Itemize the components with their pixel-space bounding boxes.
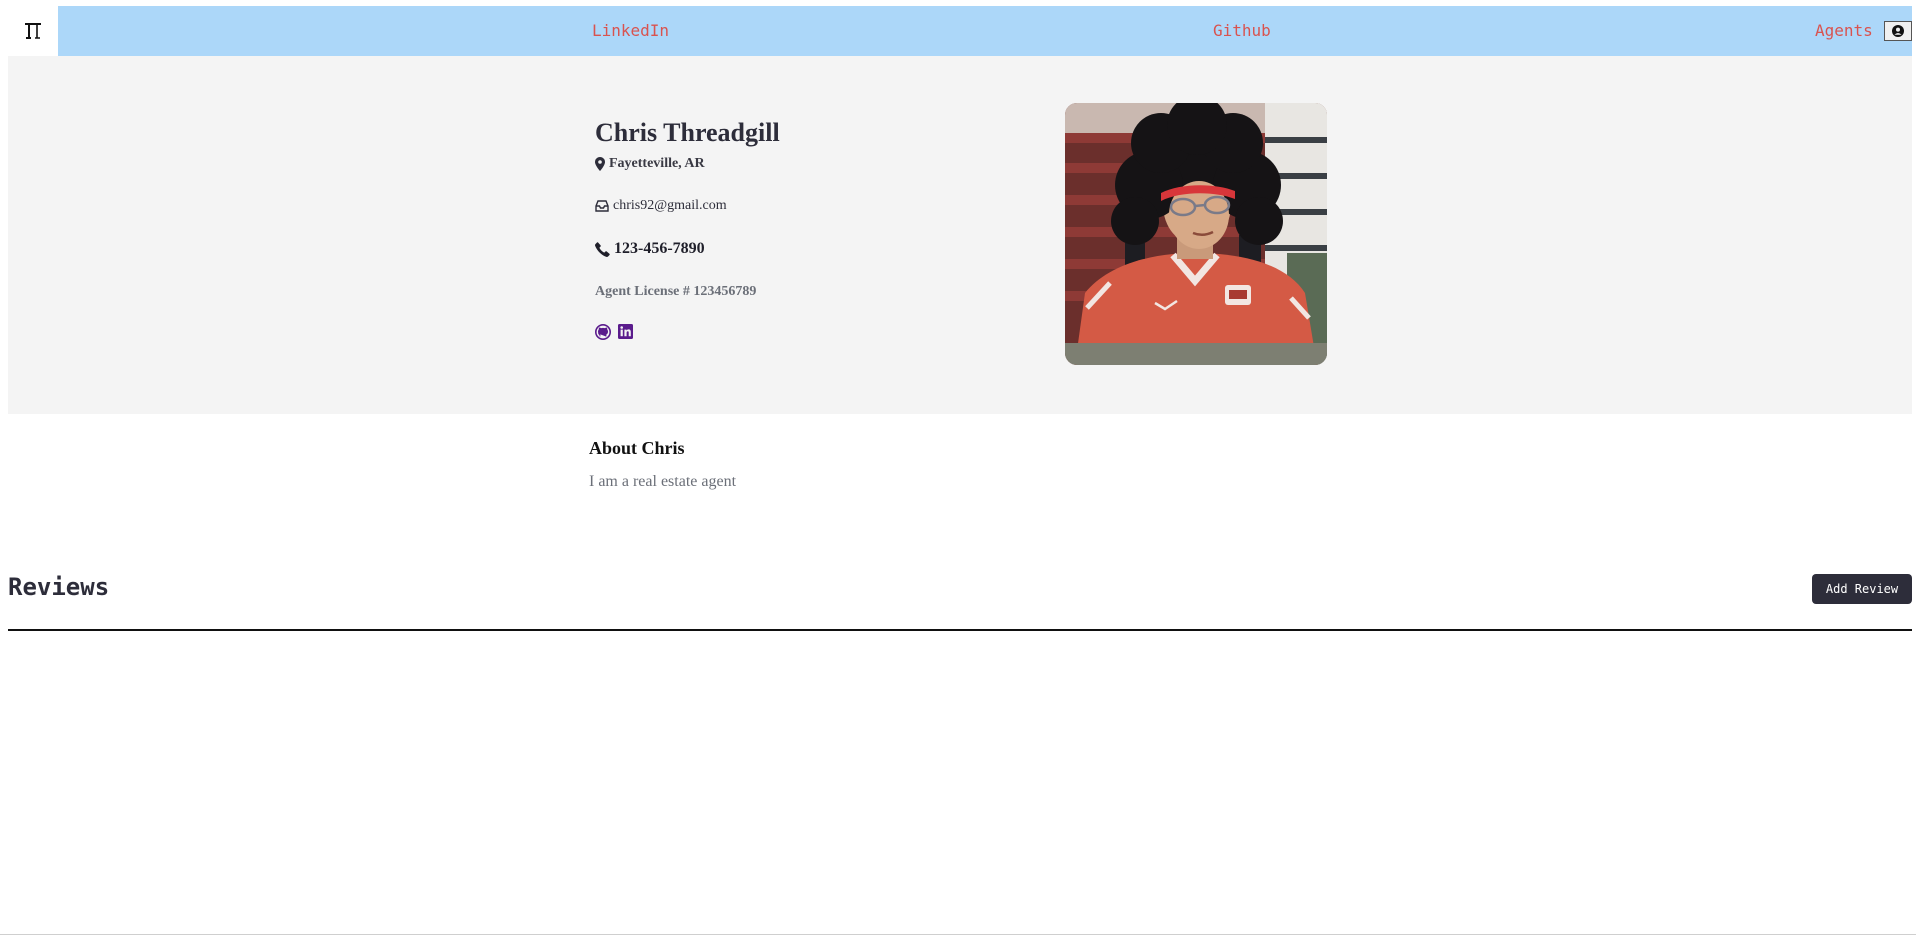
agent-phone: 123-456-7890 — [595, 240, 705, 258]
map-marker-icon — [595, 157, 605, 171]
agent-profile-page: LinkedIn Github Agents Chris Threadgill … — [0, 0, 1916, 936]
add-review-button[interactable]: Add Review — [1812, 574, 1912, 604]
user-menu-button[interactable] — [1884, 21, 1912, 41]
email-text: chris92@gmail.com — [613, 198, 727, 213]
reviews-title: Reviews — [8, 573, 110, 601]
nav-link-linkedin[interactable]: LinkedIn — [592, 6, 669, 56]
user-circle-icon — [1892, 25, 1904, 37]
nav-link-github[interactable]: Github — [1213, 6, 1271, 56]
profile-header: Chris Threadgill Fayetteville, AR chris9… — [8, 56, 1912, 414]
social-links — [595, 324, 633, 340]
agent-name: Chris Threadgill — [595, 118, 780, 147]
page-bottom-divider — [0, 934, 1916, 935]
about-title: About Chris — [589, 438, 685, 458]
license-text: Agent License # 123456789 — [595, 284, 757, 299]
location-text: Fayetteville, AR — [609, 156, 705, 171]
agent-license: Agent License # 123456789 — [595, 284, 756, 300]
linkedin-icon[interactable] — [618, 324, 633, 339]
house-logo-icon[interactable] — [8, 6, 58, 56]
agent-photo — [1065, 103, 1327, 365]
nav-link-agents[interactable]: Agents — [1815, 6, 1873, 56]
about-text: I am a real estate agent — [589, 473, 737, 490]
phone-icon — [595, 241, 610, 257]
agent-email: chris92@gmail.com — [595, 198, 727, 214]
agent-location: Fayetteville, AR — [595, 156, 705, 172]
inbox-icon — [595, 200, 609, 212]
phone-text: 123-456-7890 — [614, 240, 705, 257]
reviews-divider — [8, 629, 1912, 631]
navbar: LinkedIn Github Agents — [8, 6, 1912, 56]
github-icon[interactable] — [595, 324, 611, 340]
